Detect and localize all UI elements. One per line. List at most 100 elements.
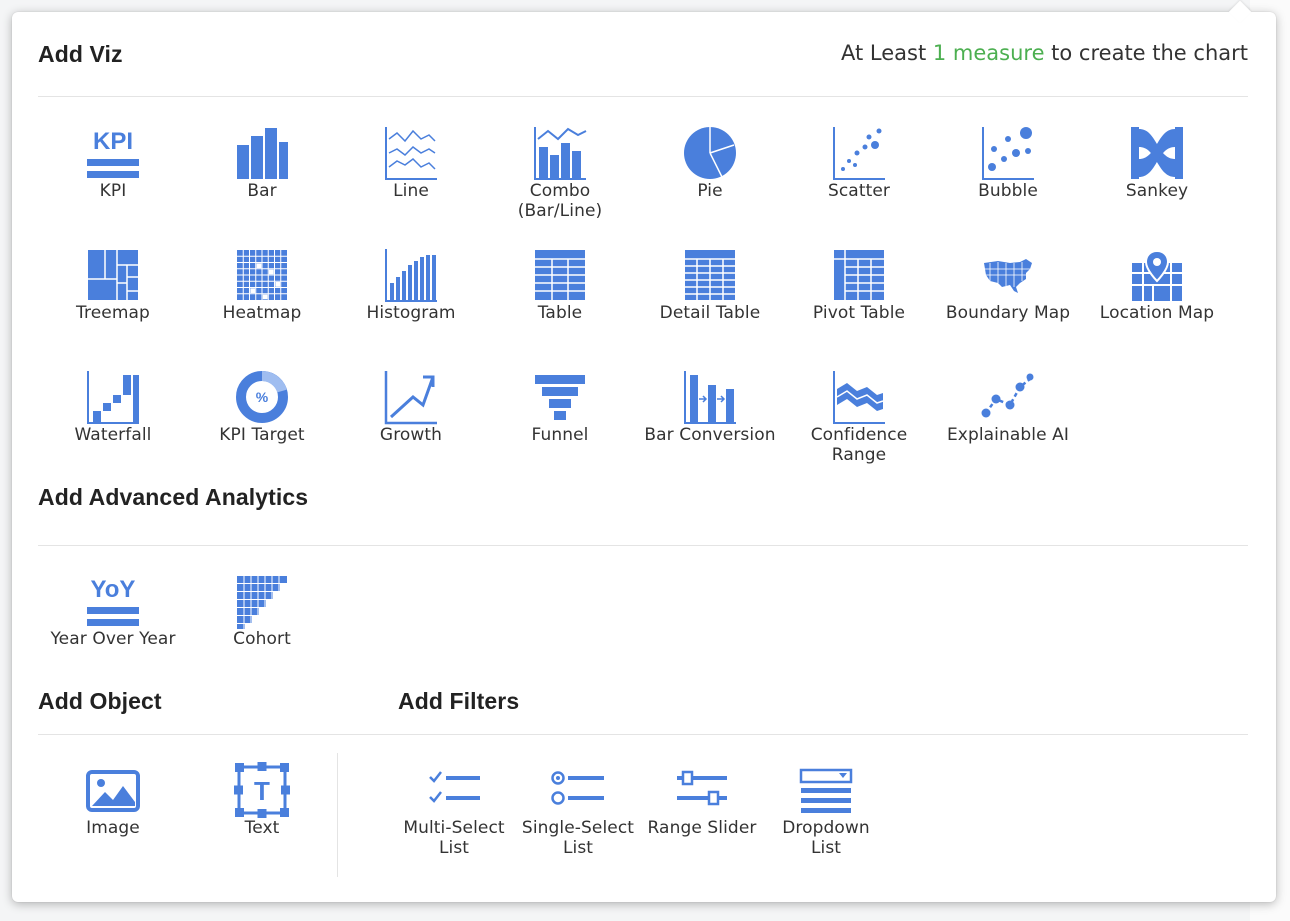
viz-label: Scatter (827, 181, 891, 201)
viz-label: Confidence Range (810, 425, 908, 465)
waterfall-icon (87, 371, 139, 424)
table-icon (535, 250, 585, 300)
viz-sankey[interactable]: Sankey (1087, 125, 1227, 201)
viz-kpi[interactable]: KPI KPI (43, 125, 183, 201)
filter-single-select-list[interactable]: Single-Select List (508, 762, 648, 858)
yoy-icon: YoY (87, 576, 139, 626)
single-select-icon (551, 771, 604, 805)
measure-hint: At Least 1 measure to create the chart (841, 41, 1248, 65)
analytics-label: Year Over Year (50, 629, 176, 649)
viz-pie[interactable]: Pie (640, 125, 780, 201)
viz-treemap[interactable]: Treemap (43, 247, 183, 323)
viz-label: Combo (Bar/Line) (517, 181, 603, 221)
explainable-ai-icon (981, 373, 1034, 418)
hint-accent: 1 measure (932, 41, 1045, 65)
analytics-label: Cohort (233, 629, 291, 649)
funnel-icon (535, 375, 585, 420)
location-map-icon (1132, 249, 1182, 301)
viz-pivot-table[interactable]: Pivot Table (789, 247, 929, 323)
svg-text:%: % (256, 389, 269, 405)
object-label: Image (86, 818, 140, 838)
object-image[interactable]: Image (43, 762, 183, 838)
viz-table[interactable]: Table (490, 247, 630, 323)
heatmap-icon (237, 250, 287, 300)
viz-label: Pivot Table (812, 303, 906, 323)
add-filters-title: Add Filters (398, 688, 520, 714)
viz-label: Bar (247, 181, 277, 201)
viz-label: Location Map (1099, 303, 1215, 323)
viz-line[interactable]: Line (341, 125, 481, 201)
viz-combo[interactable]: Combo (Bar/Line) (490, 125, 630, 221)
viz-bubble[interactable]: Bubble (938, 125, 1078, 201)
object-text[interactable]: T Text (192, 762, 332, 838)
hint-suffix: to create the chart (1044, 41, 1248, 65)
bubble-chart-icon (982, 127, 1034, 180)
multi-select-icon (429, 771, 480, 803)
viz-funnel[interactable]: Funnel (490, 369, 630, 445)
filter-label: Multi-Select List (403, 818, 505, 858)
viz-boundary-map[interactable]: Boundary Map (938, 247, 1078, 323)
add-object-title: Add Object (38, 688, 162, 714)
viz-heatmap[interactable]: Heatmap (192, 247, 332, 323)
pivot-table-icon (834, 250, 884, 300)
svg-text:YoY: YoY (91, 576, 136, 603)
viz-label: Bubble (978, 181, 1038, 201)
viz-kpi-target[interactable]: % KPI Target (192, 369, 332, 445)
divider (38, 96, 1248, 97)
kpi-icon: KPI (87, 128, 139, 178)
histogram-icon (385, 249, 437, 302)
pie-chart-icon (684, 127, 736, 179)
line-chart-icon (385, 127, 437, 180)
viz-detail-table[interactable]: Detail Table (640, 247, 780, 323)
hint-prefix: At Least (841, 41, 933, 65)
vertical-divider (337, 753, 338, 877)
analytics-cohort[interactable]: Cohort (192, 573, 332, 649)
kpi-target-icon: % (236, 371, 288, 423)
bar-conversion-icon (684, 371, 736, 424)
viz-label: Funnel (531, 425, 589, 445)
object-label: Text (244, 818, 280, 838)
scatter-chart-icon (833, 127, 885, 180)
divider (38, 545, 1248, 546)
filter-multi-select-list[interactable]: Multi-Select List (384, 762, 524, 858)
text-icon: T (234, 762, 290, 818)
growth-icon (384, 371, 437, 425)
viz-waterfall[interactable]: Waterfall (43, 369, 183, 445)
viz-label: Boundary Map (945, 303, 1071, 323)
combo-chart-icon (534, 127, 587, 180)
viz-bar-conversion[interactable]: Bar Conversion (640, 369, 780, 445)
viz-confidence-range[interactable]: Confidence Range (789, 369, 929, 465)
divider (38, 734, 1248, 735)
viz-label: Growth (379, 425, 443, 445)
dropdown-list-icon (799, 768, 853, 813)
add-viz-panel: Add Viz At Least 1 measure to create the… (12, 0, 1276, 902)
bar-chart-icon (237, 128, 288, 179)
range-slider-icon (677, 770, 727, 806)
viz-label: Treemap (76, 303, 150, 323)
viz-label: Table (537, 303, 583, 323)
boundary-map-icon (984, 259, 1032, 293)
viz-label: KPI Target (219, 425, 305, 445)
viz-growth[interactable]: Growth (341, 369, 481, 445)
image-icon (86, 770, 140, 812)
svg-text:KPI: KPI (93, 128, 133, 155)
viz-histogram[interactable]: Histogram (341, 247, 481, 323)
viz-label: Waterfall (74, 425, 152, 445)
treemap-icon (88, 250, 138, 300)
detail-table-icon (685, 250, 735, 300)
filter-dropdown-list[interactable]: Dropdown List (756, 762, 896, 858)
filter-label: Dropdown List (782, 818, 870, 858)
viz-label: Line (393, 181, 429, 201)
filter-label: Range Slider (647, 818, 757, 838)
viz-location-map[interactable]: Location Map (1087, 247, 1227, 323)
filter-range-slider[interactable]: Range Slider (632, 762, 772, 838)
analytics-year-over-year[interactable]: YoY Year Over Year (43, 573, 183, 649)
viz-explainable-ai[interactable]: Explainable AI (938, 369, 1078, 445)
viz-label: Explainable AI (946, 425, 1070, 445)
viz-bar[interactable]: Bar (192, 125, 332, 201)
viz-scatter[interactable]: Scatter (789, 125, 929, 201)
viz-label: Pie (697, 181, 723, 201)
viz-label: Histogram (366, 303, 456, 323)
viz-label: KPI (99, 181, 127, 201)
svg-text:T: T (254, 776, 270, 806)
